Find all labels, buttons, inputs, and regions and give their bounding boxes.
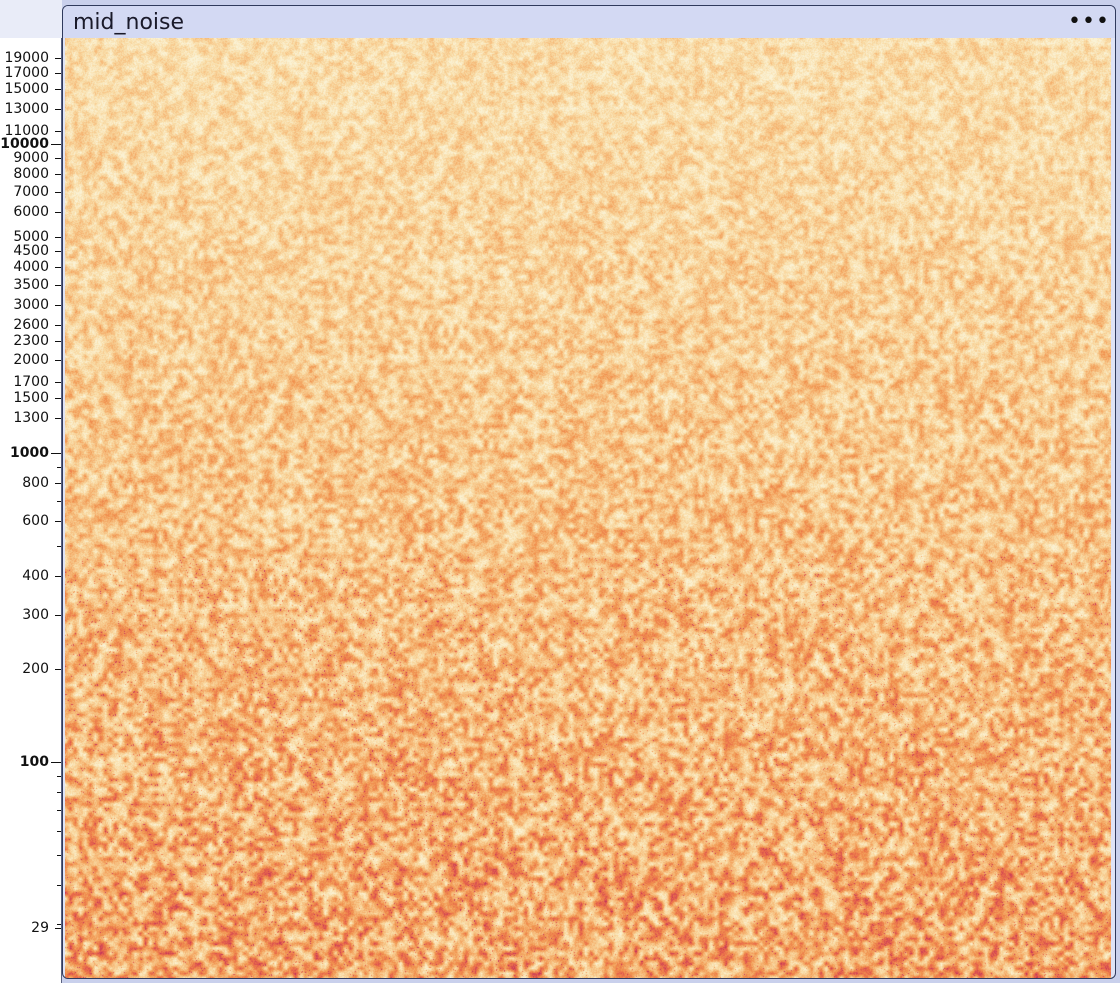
frequency-tick-label: 3500 bbox=[13, 276, 49, 293]
frequency-tick-label: 29 bbox=[31, 920, 49, 937]
frequency-tick-label: 2600 bbox=[13, 316, 49, 333]
frequency-tick-mark bbox=[55, 928, 61, 929]
frequency-tick-label: 8000 bbox=[13, 165, 49, 182]
frequency-tick-mark bbox=[51, 453, 61, 454]
frequency-tick-label: 15000 bbox=[4, 81, 49, 98]
frequency-tick-label: 6000 bbox=[13, 204, 49, 221]
track-menu-button[interactable]: ••• bbox=[1068, 10, 1109, 34]
ellipsis-icon: ••• bbox=[1068, 9, 1110, 34]
frequency-tick-label: 13000 bbox=[4, 100, 49, 117]
frequency-tick-mark bbox=[51, 762, 61, 763]
frequency-tick-label: 1700 bbox=[13, 373, 49, 390]
frequency-tick-mark bbox=[55, 285, 61, 286]
frequency-tick-mark bbox=[55, 483, 61, 484]
frequency-tick-mark bbox=[51, 144, 61, 145]
frequency-tick-mark bbox=[55, 58, 61, 59]
frequency-tick-label: 1000 bbox=[10, 444, 49, 461]
frequency-tick-mark bbox=[55, 418, 61, 419]
frequency-tick-mark bbox=[55, 521, 61, 522]
frequency-tick-label: 3000 bbox=[13, 297, 49, 314]
frequency-tick-mark bbox=[55, 615, 61, 616]
frequency-minor-tick bbox=[57, 467, 61, 468]
frequency-tick-mark bbox=[55, 267, 61, 268]
frequency-tick-label: 200 bbox=[22, 660, 49, 677]
frequency-tick-mark bbox=[55, 360, 61, 361]
frequency-tick-mark bbox=[55, 398, 61, 399]
frequency-tick-mark bbox=[55, 341, 61, 342]
frequency-axis: 19000 17000 15000 13000 11000 10000 9000 8000 70… bbox=[0, 0, 62, 983]
frequency-minor-tick bbox=[57, 776, 61, 777]
frequency-tick-label: 100 bbox=[19, 753, 49, 770]
frequency-tick-label: 300 bbox=[22, 606, 49, 623]
frequency-minor-tick bbox=[57, 810, 61, 811]
frequency-tick-label: 2000 bbox=[13, 351, 49, 368]
frequency-minor-tick bbox=[57, 885, 61, 886]
frequency-tick-mark bbox=[55, 212, 61, 213]
frequency-tick-label: 4000 bbox=[13, 258, 49, 275]
frequency-tick-mark bbox=[55, 174, 61, 175]
frequency-minor-tick bbox=[57, 546, 61, 547]
frequency-minor-tick bbox=[57, 792, 61, 793]
frequency-tick-mark bbox=[55, 192, 61, 193]
frequency-minor-tick bbox=[57, 501, 61, 502]
frequency-tick-mark bbox=[55, 325, 61, 326]
spectrogram-view[interactable] bbox=[65, 38, 1111, 978]
frequency-minor-tick bbox=[57, 831, 61, 832]
frequency-tick-label: 4500 bbox=[13, 243, 49, 259]
frequency-tick-mark bbox=[55, 576, 61, 577]
frequency-tick-label: 800 bbox=[22, 474, 49, 491]
frequency-tick-mark bbox=[55, 237, 61, 238]
frequency-tick-label: 17000 bbox=[4, 64, 49, 81]
frequency-tick-label: 1300 bbox=[13, 409, 49, 426]
frequency-tick-mark bbox=[55, 669, 61, 670]
axis-header-strip bbox=[0, 0, 62, 38]
frequency-tick-label: 400 bbox=[22, 567, 49, 584]
frequency-tick-mark bbox=[55, 158, 61, 159]
frequency-tick-label: 7000 bbox=[13, 183, 49, 200]
frequency-minor-tick bbox=[57, 855, 61, 856]
frequency-tick-label: 10000 bbox=[0, 135, 49, 152]
spectrogram-track[interactable]: mid_noise ••• bbox=[62, 5, 1116, 979]
frequency-tick-label: 2300 bbox=[13, 333, 49, 350]
frequency-tick-label: 19000 bbox=[4, 49, 49, 66]
track-name[interactable]: mid_noise bbox=[73, 10, 184, 36]
frequency-tick-mark bbox=[55, 251, 61, 252]
frequency-tick-label: 1500 bbox=[13, 390, 49, 407]
frequency-tick-mark bbox=[55, 89, 61, 90]
track-header[interactable]: mid_noise ••• bbox=[63, 6, 1115, 38]
frequency-tick-label: 600 bbox=[22, 513, 49, 530]
frequency-tick-mark bbox=[55, 382, 61, 383]
frequency-tick-label: 5000 bbox=[13, 228, 49, 245]
frequency-tick-mark bbox=[55, 305, 61, 306]
frequency-tick-mark bbox=[55, 73, 61, 74]
frequency-tick-mark bbox=[55, 131, 61, 132]
frequency-tick-mark bbox=[55, 109, 61, 110]
frequency-minor-tick bbox=[57, 924, 61, 925]
frequency-tick-label: 9000 bbox=[13, 149, 49, 166]
